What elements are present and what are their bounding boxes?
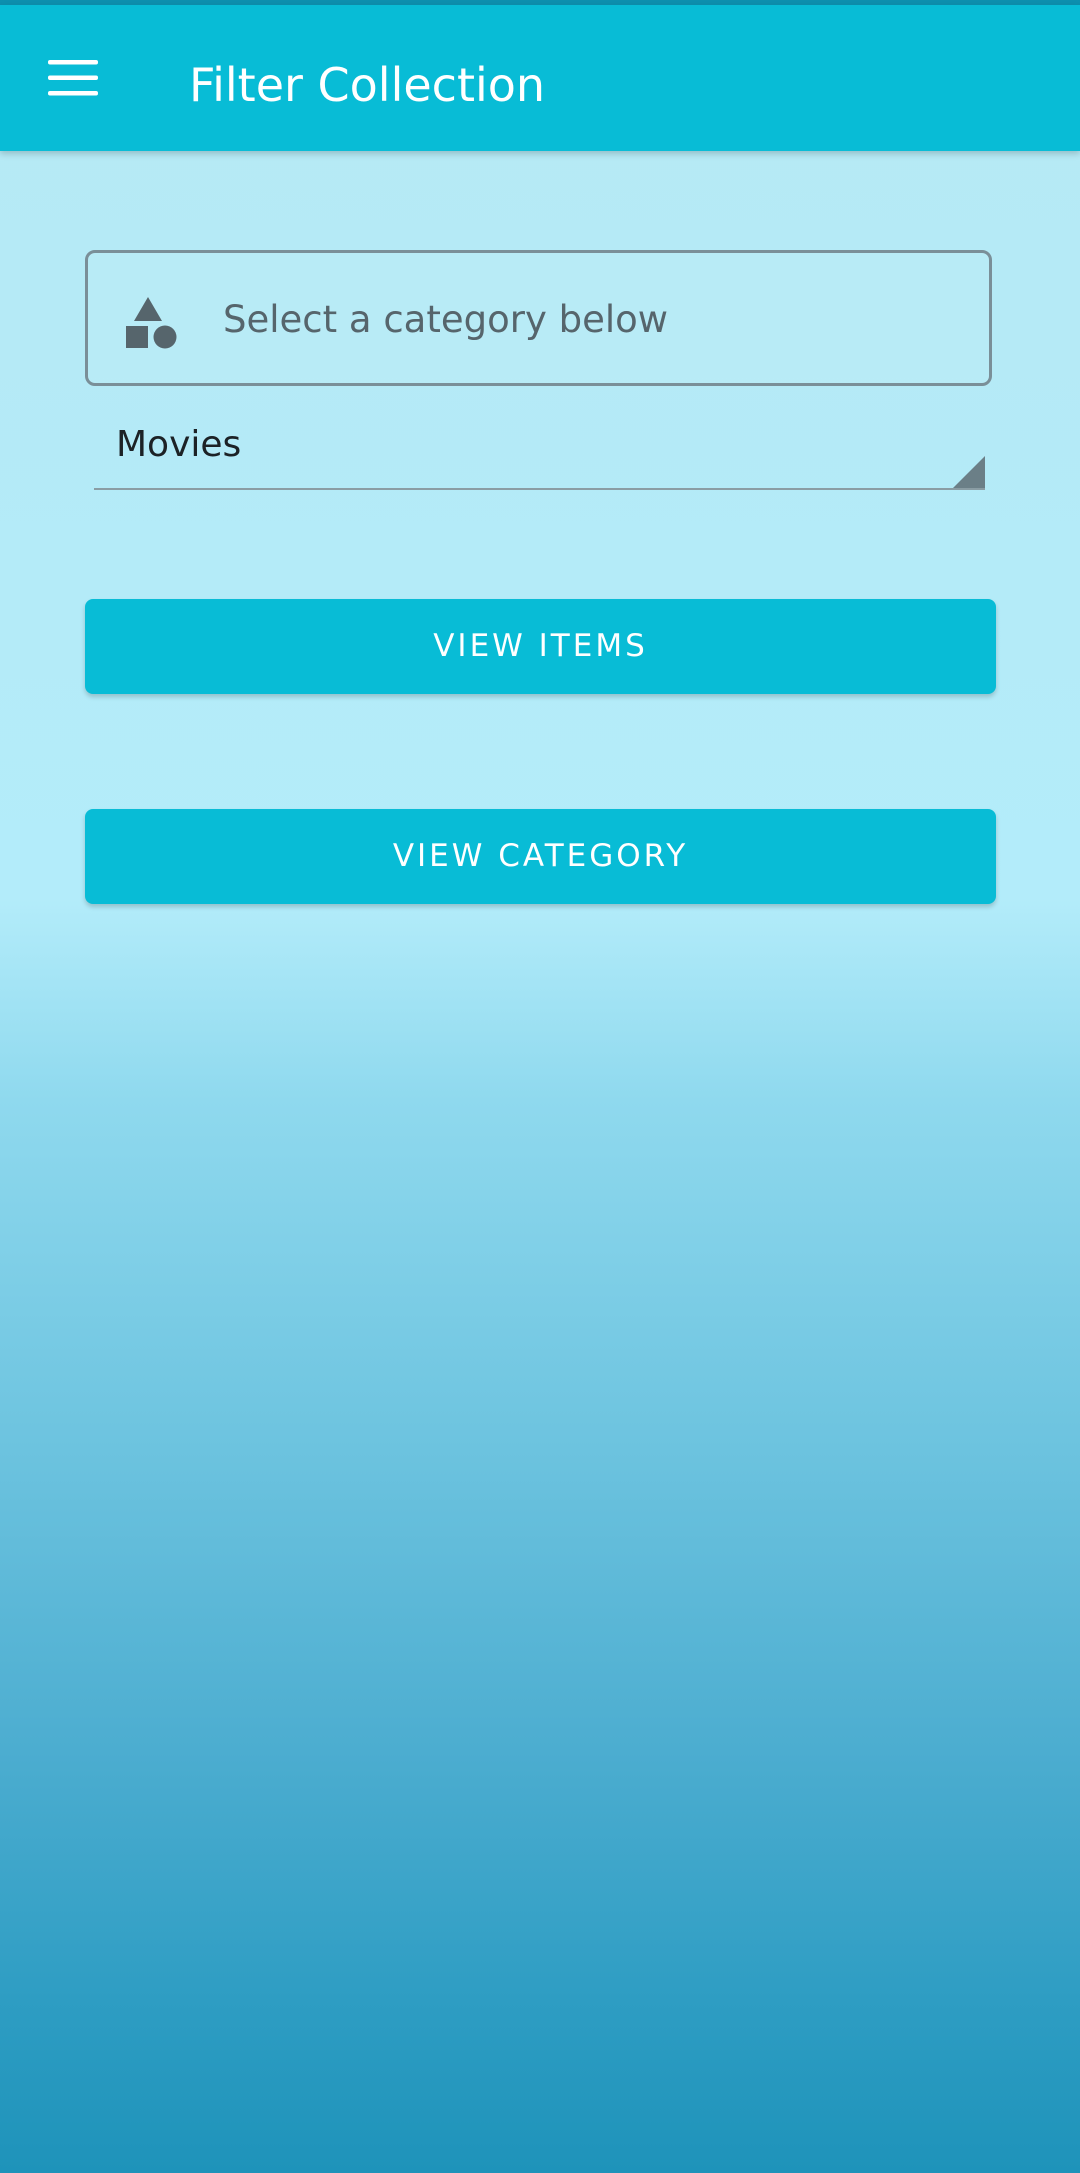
shapes-icon [126, 297, 177, 349]
category-prompt-label: Select a category below [223, 298, 669, 341]
view-category-button[interactable]: VIEW CATEGORY [85, 809, 996, 904]
hamburger-menu-icon [48, 60, 98, 96]
dropdown-triangle-icon [953, 456, 985, 488]
app-bar: Filter Collection [0, 5, 1080, 151]
view-items-button[interactable]: VIEW ITEMS [85, 599, 996, 694]
category-prompt-box: Select a category below [85, 250, 992, 386]
category-dropdown-value: Movies [116, 424, 242, 465]
page-title: Filter Collection [189, 58, 546, 112]
category-dropdown[interactable]: Movies [94, 410, 985, 490]
menu-button[interactable] [28, 33, 118, 123]
